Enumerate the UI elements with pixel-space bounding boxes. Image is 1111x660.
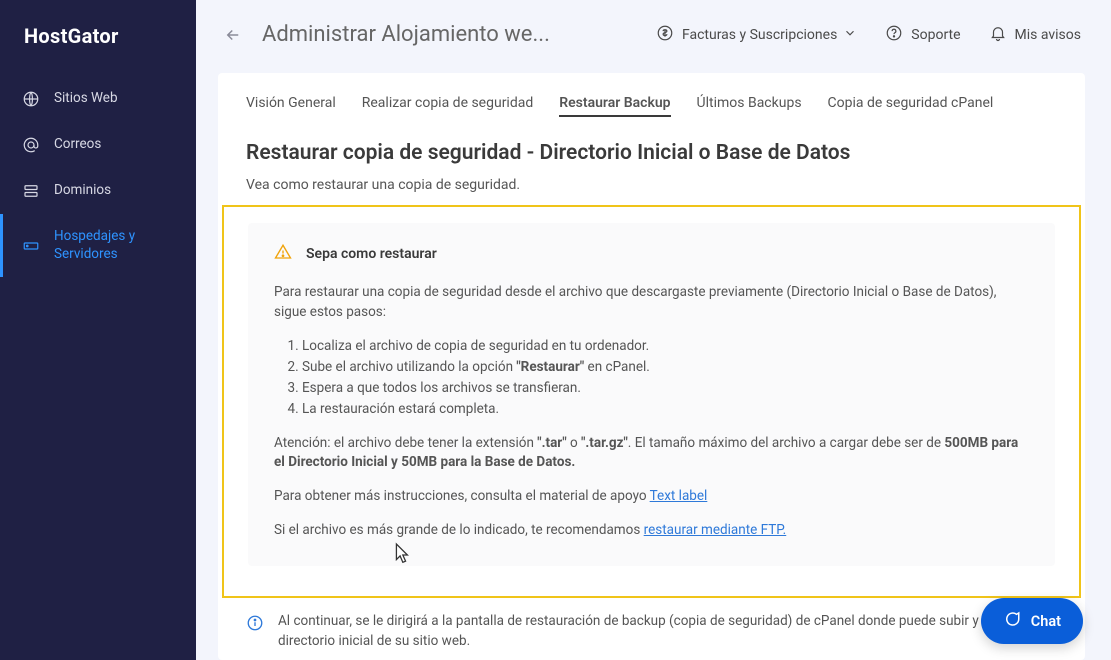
topbar: Administrar Alojamiento we... Facturas y… (196, 0, 1111, 57)
help-steps: Localiza el archivo de copia de segurida… (302, 336, 1029, 420)
help-attention: Atención: el archivo debe tener la exten… (274, 434, 1029, 473)
sidebar-item-label: Sitios Web (54, 90, 118, 108)
content-card: Visión General Realizar copia de segurid… (218, 73, 1085, 660)
sidebar-item-label: Dominios (54, 182, 111, 200)
chat-label: Chat (1031, 613, 1061, 630)
help-more: Para obtener más instrucciones, consulta… (274, 487, 1029, 507)
at-icon (22, 136, 40, 154)
chevron-down-icon (843, 26, 857, 44)
bell-icon (989, 24, 1007, 46)
highlight-box: Sepa como restaurar Para restaurar una c… (222, 205, 1081, 598)
server-icon (22, 237, 40, 255)
layers-icon (22, 182, 40, 200)
help-title: Sepa como restaurar (306, 246, 437, 262)
tab-ultimos-backups[interactable]: Últimos Backups (697, 95, 802, 117)
sidebar-item-hospedajes[interactable]: Hospedajes y Servidores (0, 214, 196, 277)
sidebar-item-dominios[interactable]: Dominios (0, 168, 196, 214)
tab-realizar-copia[interactable]: Realizar copia de seguridad (362, 95, 534, 117)
notice-row: Al continuar, se le dirigirá a la pantal… (218, 598, 1085, 651)
tab-restaurar-backup[interactable]: Restaurar Backup (559, 95, 670, 117)
ftp-link[interactable]: restaurar mediante FTP. (644, 522, 787, 538)
section-subtitle: Vea como restaurar una copia de segurida… (218, 171, 1085, 205)
step-3: Espera a que todos los archivos se trans… (302, 378, 1029, 399)
step-4: La restauración estará completa. (302, 399, 1029, 420)
dollar-icon (656, 24, 674, 46)
support-label: Soporte (911, 27, 960, 43)
text-label-link[interactable]: Text label (650, 488, 708, 504)
notice-text: Al continuar, se le dirigirá a la pantal… (278, 612, 1057, 651)
warning-icon (274, 243, 292, 265)
sidebar: HostGator Sitios Web Correos Dominios Ho… (0, 0, 196, 660)
help-card: Sepa como restaurar Para restaurar una c… (248, 223, 1055, 566)
chat-fab[interactable]: Chat (981, 598, 1083, 644)
step-2: Sube el archivo utilizando la opción "Re… (302, 357, 1029, 378)
help-ftp: Si el archivo es más grande de lo indica… (274, 521, 1029, 541)
tab-vision-general[interactable]: Visión General (246, 95, 336, 117)
sidebar-item-sitios-web[interactable]: Sitios Web (0, 76, 196, 122)
info-icon (246, 614, 264, 639)
tabs: Visión General Realizar copia de segurid… (218, 95, 1085, 135)
main-area: Administrar Alojamiento we... Facturas y… (196, 0, 1111, 660)
globe-icon (22, 90, 40, 108)
notices-label: Mis avisos (1015, 27, 1081, 43)
help-icon (885, 24, 903, 46)
tab-copia-cpanel[interactable]: Copia de seguridad cPanel (828, 95, 994, 117)
help-intro: Para restaurar una copia de seguridad de… (274, 283, 1029, 322)
page-title: Administrar Alojamiento we... (262, 22, 602, 47)
step-1: Localiza el archivo de copia de segurida… (302, 336, 1029, 357)
billing-label: Facturas y Suscripciones (682, 27, 837, 43)
sidebar-item-label: Correos (54, 136, 101, 154)
back-button[interactable] (222, 24, 244, 46)
brand-logo: HostGator (0, 18, 196, 76)
section-title: Restaurar copia de seguridad - Directori… (218, 135, 1085, 171)
notices-link[interactable]: Mis avisos (989, 24, 1081, 46)
chat-icon (1003, 610, 1021, 632)
billing-dropdown[interactable]: Facturas y Suscripciones (656, 24, 857, 46)
support-link[interactable]: Soporte (885, 24, 960, 46)
sidebar-item-correos[interactable]: Correos (0, 122, 196, 168)
sidebar-item-label: Hospedajes y Servidores (54, 228, 174, 263)
